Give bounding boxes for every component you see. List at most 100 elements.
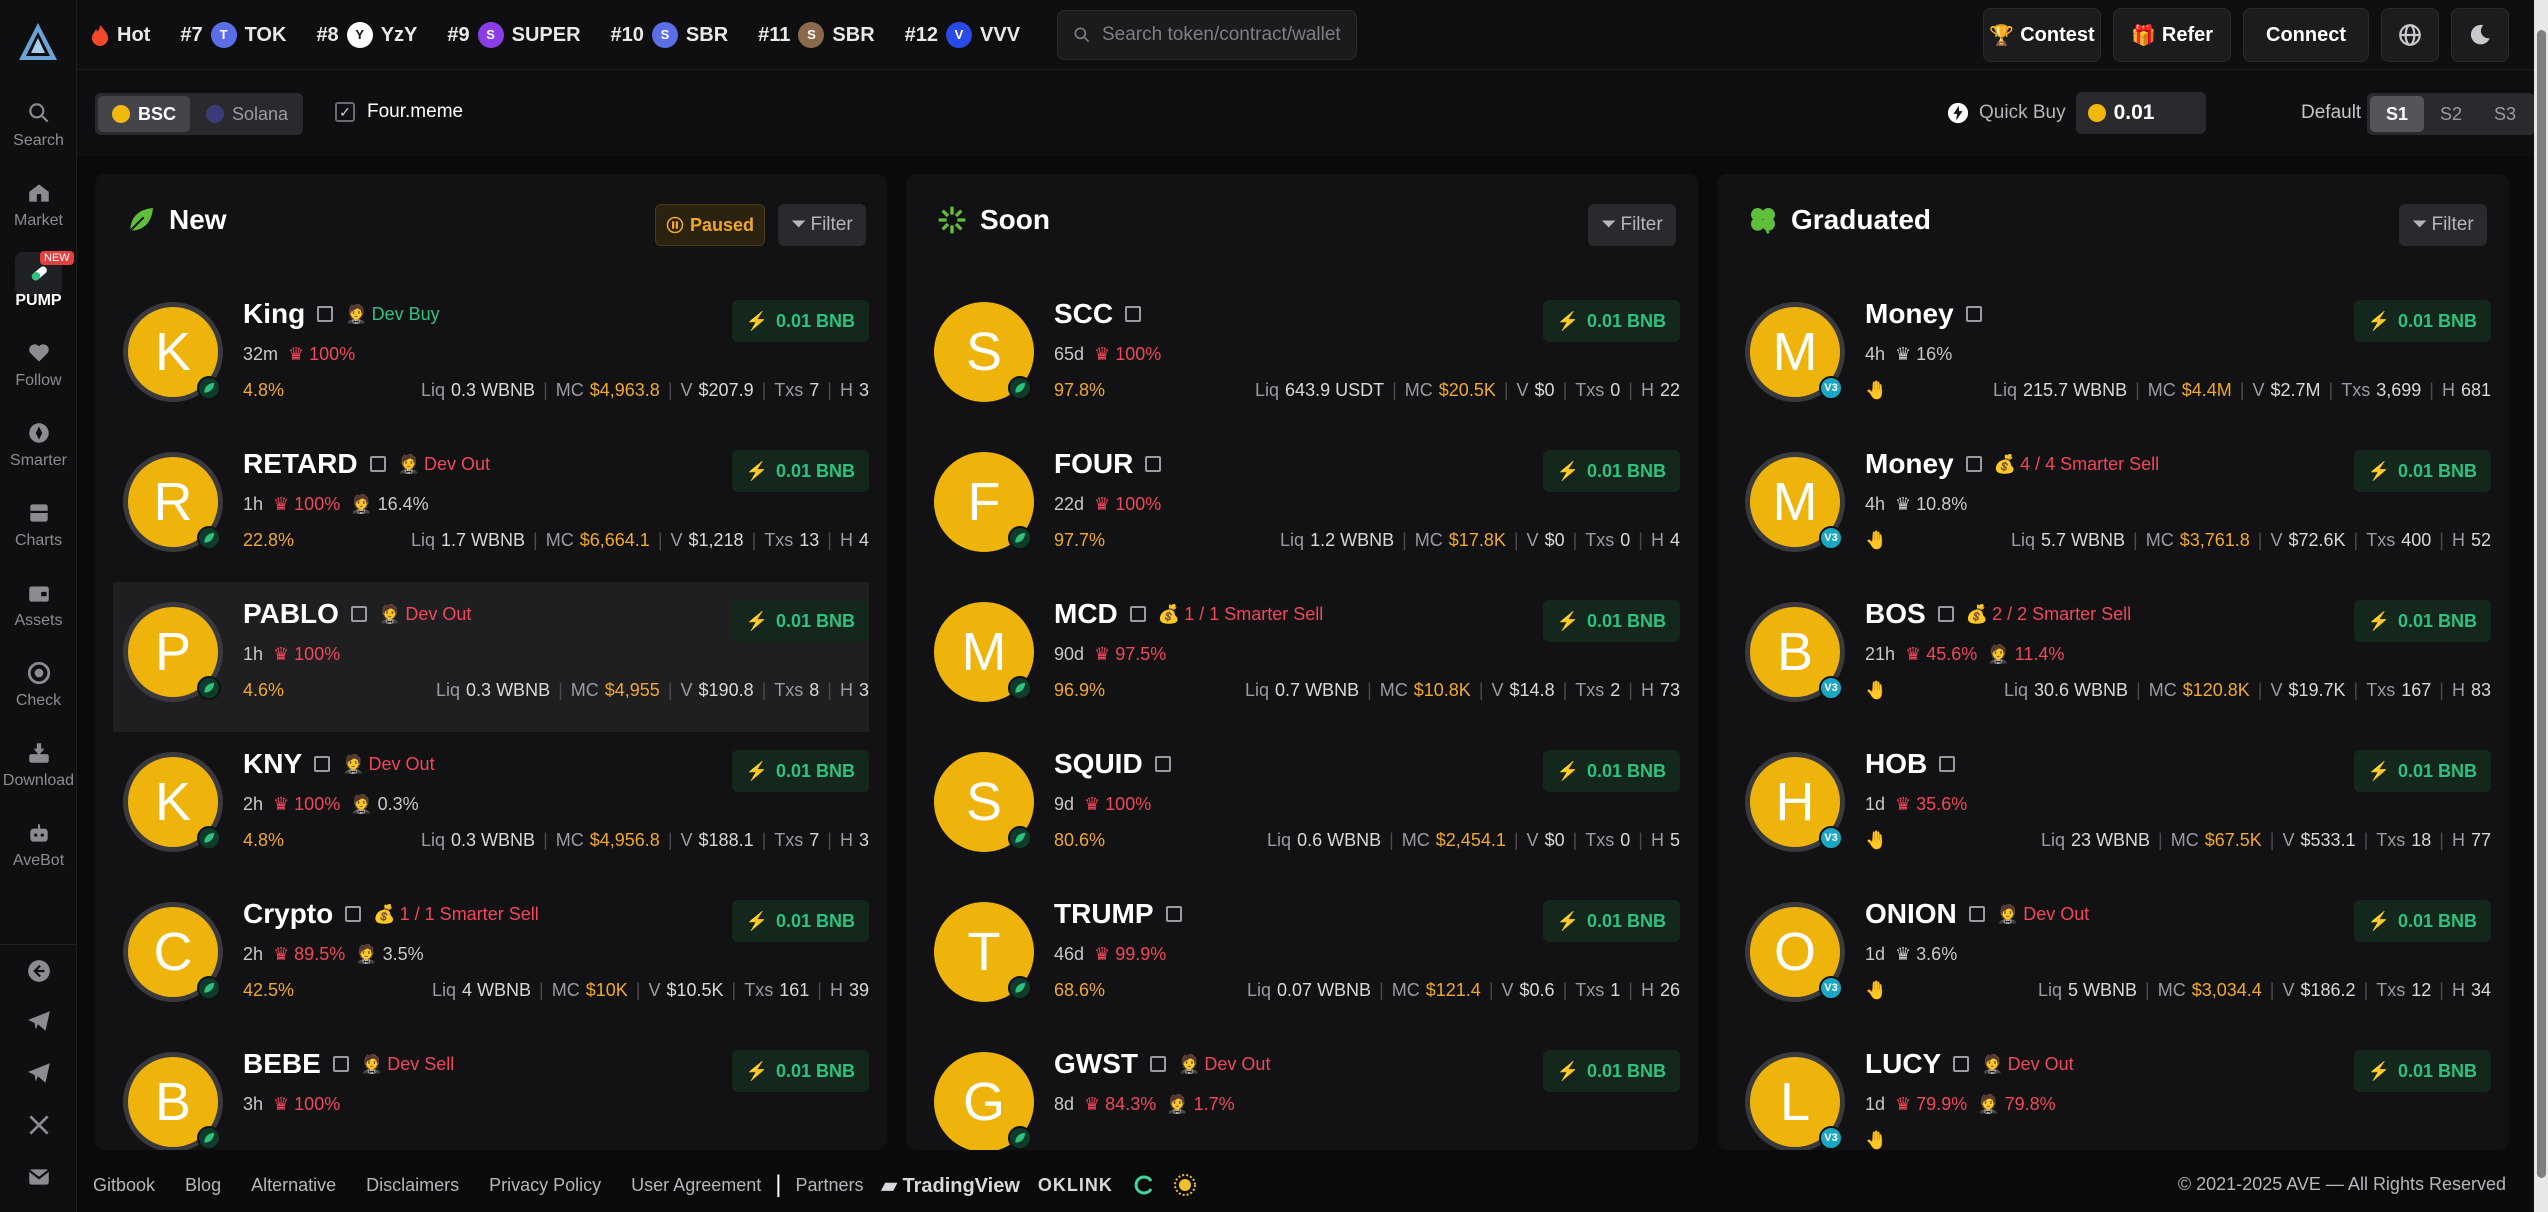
language-button[interactable] xyxy=(2381,8,2439,62)
quick-buy-button[interactable]: ⚡ 0.01 BNB xyxy=(2353,750,2491,792)
token-row[interactable]: O V3 ONION 🤵 Dev Out 1d ♛ 3.6% 🤚 Liq 5 WBNB | MC $3,… xyxy=(1735,882,2491,1032)
ticker-item[interactable]: #10 S SBR xyxy=(611,22,728,48)
token-name[interactable]: GWST xyxy=(1054,1048,1138,1080)
quick-buy-button[interactable]: ⚡ 0.01 BNB xyxy=(1542,600,1680,642)
quick-buy-button[interactable]: ⚡ 0.01 BNB xyxy=(1542,450,1680,492)
sidebar-item-assets[interactable]: Assets xyxy=(0,580,77,630)
token-name[interactable]: BEBE xyxy=(243,1048,321,1080)
token-name[interactable]: Money xyxy=(1865,298,1954,330)
token-row[interactable]: K King 🤵 Dev Buy 32m ♛ 100% 4.8% Liq 0.3 WBNB | MC… xyxy=(113,282,869,432)
chain-solana[interactable]: Solana xyxy=(192,96,302,132)
token-row[interactable]: M V3 Money 💰 4 / 4 Smarter Sell 4h ♛ 10.8% 🤚 Liq… xyxy=(1735,432,2491,582)
copy-icon[interactable] xyxy=(350,606,367,622)
sidebar-item-download[interactable]: Download xyxy=(0,740,77,790)
collapse-button[interactable] xyxy=(0,958,77,989)
contest-button[interactable]: 🏆 Contest xyxy=(1983,8,2101,62)
quick-buy-button[interactable]: ⚡ 0.01 BNB xyxy=(731,750,869,792)
token-name[interactable]: FOUR xyxy=(1054,448,1133,480)
footer-link-gitbook[interactable]: Gitbook xyxy=(93,1175,155,1196)
scrollbar-thumb[interactable] xyxy=(2537,30,2546,1178)
footer-link-alternative[interactable]: Alternative xyxy=(251,1175,336,1196)
copy-icon[interactable] xyxy=(1145,456,1162,472)
token-row[interactable]: B BEBE 🤵 Dev Sell 3h ♛ 100% ⚡ 0.01 BNB xyxy=(113,1032,869,1150)
quick-buy-input[interactable]: 0.01 xyxy=(2075,92,2206,134)
preset-s1[interactable]: S1 xyxy=(2370,96,2424,132)
copy-icon[interactable] xyxy=(1939,756,1956,772)
copy-icon[interactable] xyxy=(1125,306,1142,322)
token-name[interactable]: ONION xyxy=(1865,898,1957,930)
ticker-hot[interactable]: Hot xyxy=(91,24,150,47)
token-row[interactable]: M V3 Money 4h ♛ 16% 🤚 Liq 215.7 WBNB | MC $4.4M | V $… xyxy=(1735,282,2491,432)
token-name[interactable]: HOB xyxy=(1865,748,1927,780)
token-name[interactable]: Money xyxy=(1865,448,1954,480)
quick-buy-button[interactable]: ⚡ 0.01 BNB xyxy=(1542,1050,1680,1092)
copy-icon[interactable] xyxy=(317,306,334,322)
token-name[interactable]: PABLO xyxy=(243,598,339,630)
tradingview-logo[interactable]: ▰ TradingView xyxy=(882,1173,1020,1198)
token-row[interactable]: B V3 BOS 💰 2 / 2 Smarter Sell 21h ♛ 45.6% 🤵 11.… xyxy=(1735,582,2491,732)
sidebar-item-search[interactable]: Search xyxy=(0,100,77,150)
search-box[interactable] xyxy=(1057,10,1357,60)
sidebar-item-smarter[interactable]: Smarter xyxy=(0,420,77,470)
copy-icon[interactable] xyxy=(1965,306,1982,322)
token-name[interactable]: TRUMP xyxy=(1054,898,1154,930)
quick-buy-button[interactable]: ⚡ 0.01 BNB xyxy=(1542,750,1680,792)
filter-button[interactable]: ⏷ Filter xyxy=(2399,204,2487,246)
ticker-item[interactable]: #12 V VVV xyxy=(905,22,1020,48)
refer-button[interactable]: 🎁 Refer xyxy=(2113,8,2231,62)
ticker-item[interactable]: #11 S SBR xyxy=(758,22,875,48)
token-row[interactable]: S SQUID 9d ♛ 100% 80.6% Liq 0.6 WBNB | MC $2,454.… xyxy=(924,732,1680,882)
quick-buy-button[interactable]: ⚡ 0.01 BNB xyxy=(1542,300,1680,342)
quick-buy-button[interactable]: ⚡ 0.01 BNB xyxy=(731,450,869,492)
token-row[interactable]: M MCD 💰 1 / 1 Smarter Sell 90d ♛ 97.5% 96.9% Li… xyxy=(924,582,1680,732)
sidebar-item-avebot[interactable]: AveBot xyxy=(0,820,77,870)
quick-buy-button[interactable]: ⚡ 0.01 BNB xyxy=(731,1050,869,1092)
token-row[interactable]: H V3 HOB 1d ♛ 35.6% 🤚 Liq 23 WBNB | MC $67.5K | V $53… xyxy=(1735,732,2491,882)
copy-icon[interactable] xyxy=(314,756,331,772)
quick-buy-button[interactable]: ⚡ 0.01 BNB xyxy=(731,600,869,642)
quick-buy-button[interactable]: ⚡ 0.01 BNB xyxy=(2353,1050,2491,1092)
token-row[interactable]: L V3 LUCY 🤵 Dev Out 1d ♛ 79.9% 🤵 79.8% 🤚 ⚡ 0.01 BN… xyxy=(1735,1032,2491,1150)
copy-icon[interactable] xyxy=(1150,1056,1166,1072)
x-link[interactable] xyxy=(0,1112,77,1143)
token-row[interactable]: K KNY 🤵 Dev Out 2h ♛ 100% 🤵 0.3% 4.8% Liq 0.3 WBN… xyxy=(113,732,869,882)
paused-button[interactable]: Paused xyxy=(655,204,765,246)
copy-icon[interactable] xyxy=(1937,606,1954,622)
email-link[interactable] xyxy=(0,1164,77,1195)
sidebar-item-market[interactable]: Market xyxy=(0,180,77,230)
chain-bsc[interactable]: BSC xyxy=(98,96,191,132)
token-row[interactable]: R RETARD 🤵 Dev Out 1h ♛ 100% 🤵 16.4% 22.8% Liq 1.… xyxy=(113,432,869,582)
filter-button[interactable]: ⏷ Filter xyxy=(778,204,866,246)
quick-buy-button[interactable]: ⚡ 0.01 BNB xyxy=(2353,450,2491,492)
token-name[interactable]: KNY xyxy=(243,748,302,780)
ticker-item[interactable]: #7 T TOK xyxy=(180,22,286,48)
token-row[interactable]: T TRUMP 46d ♛ 99.9% 68.6% Liq 0.07 WBNB | MC $121… xyxy=(924,882,1680,1032)
oklink-logo[interactable]: OKLINK xyxy=(1038,1175,1113,1196)
token-name[interactable]: BOS xyxy=(1865,598,1926,630)
ticker-item[interactable]: #9 S SUPER xyxy=(447,22,581,48)
checkbox[interactable]: ✓ xyxy=(335,102,355,122)
telegram-channel-link[interactable] xyxy=(0,1060,77,1091)
copy-icon[interactable] xyxy=(1165,906,1182,922)
sidebar-item-check[interactable]: Check xyxy=(0,660,77,710)
sidebar-item-pump[interactable]: PUMP xyxy=(0,260,77,310)
footer-link-blog[interactable]: Blog xyxy=(185,1175,221,1196)
footer-link-agreement[interactable]: User Agreement xyxy=(631,1175,761,1196)
token-name[interactable]: King xyxy=(243,298,305,330)
token-row[interactable]: S SCC 65d ♛ 100% 97.8% Liq 643.9 USDT | MC $20.5K… xyxy=(924,282,1680,432)
copy-icon[interactable] xyxy=(1154,756,1171,772)
partner-logo-icon[interactable] xyxy=(1131,1173,1155,1197)
token-name[interactable]: RETARD xyxy=(243,448,358,480)
search-input[interactable] xyxy=(1102,24,1342,46)
quick-buy-button[interactable]: ⚡ 0.01 BNB xyxy=(1542,900,1680,942)
page-scrollbar[interactable] xyxy=(2534,0,2548,1212)
connect-button[interactable]: Connect xyxy=(2243,8,2369,62)
telegram-link[interactable] xyxy=(0,1008,77,1039)
quick-buy-button[interactable]: ⚡ 0.01 BNB xyxy=(2353,600,2491,642)
footer-link-disclaimers[interactable]: Disclaimers xyxy=(366,1175,459,1196)
token-row[interactable]: P PABLO 🤵 Dev Out 1h ♛ 100% 4.6% Liq 0.3 WBNB | MC… xyxy=(113,582,869,732)
copy-icon[interactable] xyxy=(345,906,362,922)
sidebar-item-charts[interactable]: Charts xyxy=(0,500,77,550)
copy-icon[interactable] xyxy=(1968,906,1985,922)
quick-buy-button[interactable]: ⚡ 0.01 BNB xyxy=(2353,300,2491,342)
